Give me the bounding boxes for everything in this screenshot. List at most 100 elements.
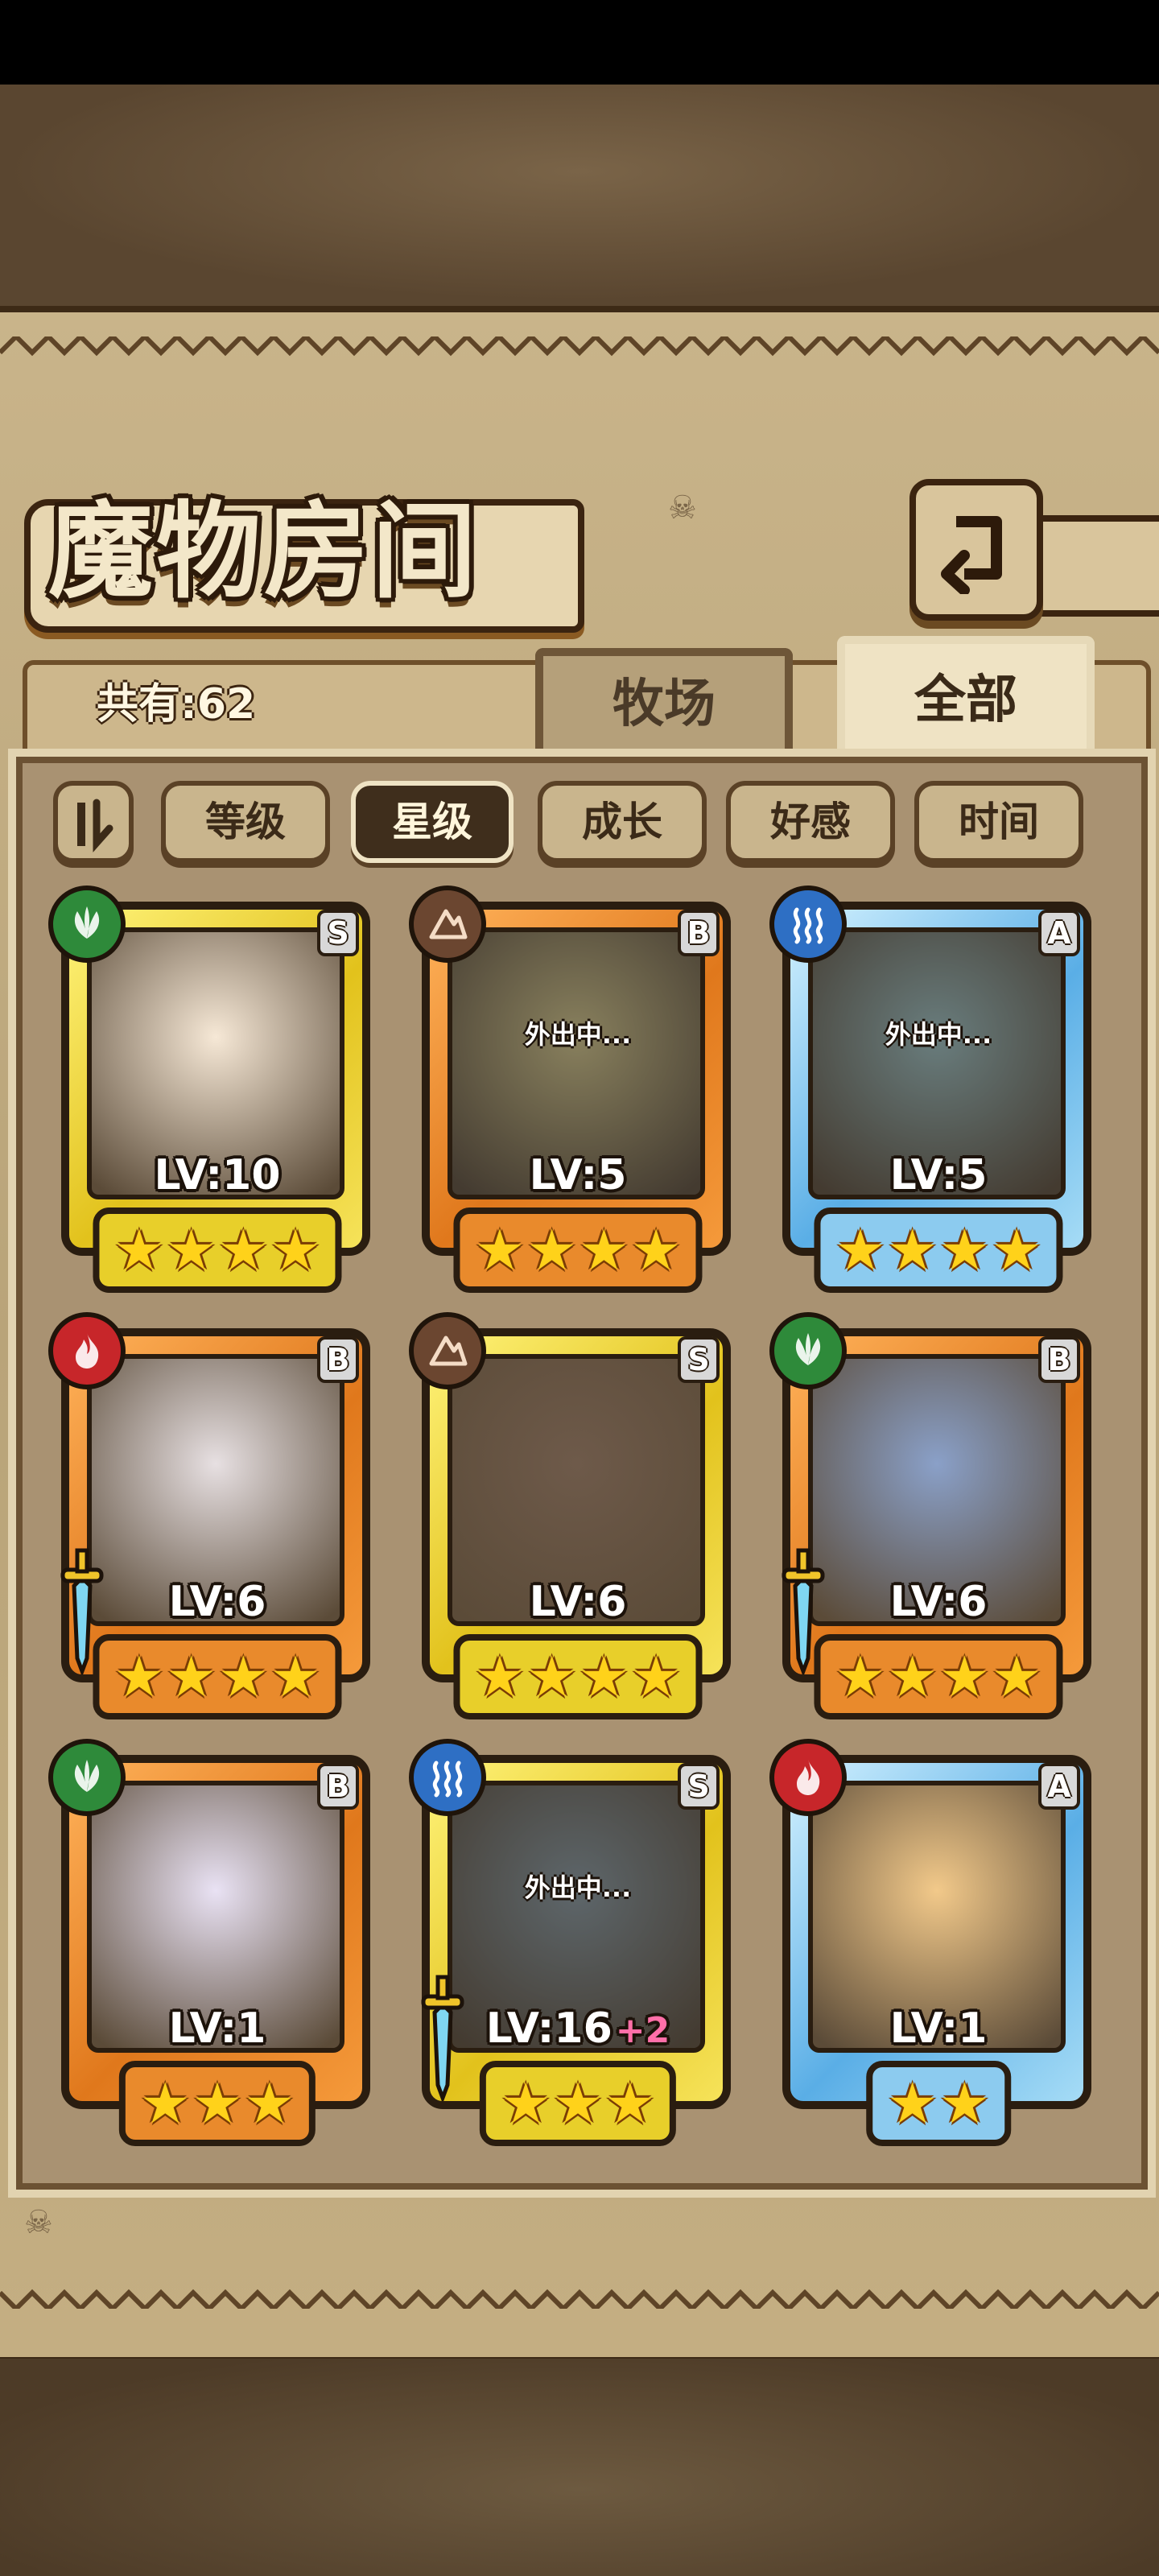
star-icon: ★	[474, 1217, 526, 1283]
star-rating: ★ ★ ★ ★	[814, 1208, 1063, 1293]
monster-card[interactable]: B LV:1 ★ ★ ★	[48, 1739, 386, 2146]
back-button-rail	[1030, 515, 1159, 617]
away-status: 外出中...	[524, 1019, 632, 1050]
star-icon: ★	[166, 1644, 217, 1710]
sort-order-icon	[77, 799, 113, 853]
star-icon: ★	[887, 1644, 938, 1710]
earth-element-icon	[409, 1312, 486, 1389]
star-icon: ★	[630, 1644, 682, 1710]
leaf-element-icon	[48, 1739, 126, 1816]
zigzag-border-bottom	[0, 2289, 1159, 2309]
fire-element-icon	[48, 1312, 126, 1389]
sort-growth-button[interactable]: 成长	[538, 781, 707, 863]
star-rating: ★ ★ ★ ★	[453, 1634, 703, 1719]
status-bar	[0, 0, 1159, 85]
monster-level: LV:5	[889, 1151, 988, 1199]
monster-card[interactable]: A LV:1 ★ ★	[769, 1739, 1107, 2146]
star-rating: ★ ★ ★	[479, 2061, 677, 2146]
star-icon: ★	[604, 2070, 656, 2136]
star-icon: ★	[270, 1644, 321, 1710]
star-icon: ★	[218, 1644, 269, 1710]
star-icon: ★	[939, 2070, 990, 2136]
leaf-element-icon	[48, 886, 126, 963]
rank-badge: A	[1038, 910, 1080, 956]
monster-card[interactable]: S 外出中... LV:16+2 ★ ★ ★	[409, 1739, 747, 2146]
star-rating: ★ ★ ★	[118, 2061, 316, 2146]
total-count: 共有:62	[97, 680, 256, 729]
star-icon: ★	[939, 1217, 990, 1283]
zigzag-border-top	[0, 336, 1159, 357]
fire-element-icon	[769, 1739, 847, 1816]
star-icon: ★	[113, 1217, 165, 1283]
star-icon: ★	[526, 1217, 577, 1283]
back-button[interactable]	[909, 479, 1043, 621]
star-rating: ★ ★ ★ ★	[814, 1634, 1063, 1719]
monster-card[interactable]: A 外出中... LV:5 ★ ★ ★ ★	[769, 886, 1107, 1293]
skull-icon: ☠	[668, 489, 697, 526]
star-icon: ★	[500, 2070, 551, 2136]
monster-card[interactable]: S LV:6 ★ ★ ★ ★	[409, 1312, 747, 1719]
map-background-top	[0, 85, 1159, 302]
rank-badge: S	[317, 910, 359, 956]
return-arrow-icon	[941, 516, 1002, 594]
star-rating: ★ ★	[866, 2061, 1011, 2146]
monster-level: LV:10	[154, 1151, 281, 1199]
away-status: 外出中...	[885, 1019, 992, 1050]
sort-time-button[interactable]: 时间	[914, 781, 1083, 863]
star-icon: ★	[552, 2070, 604, 2136]
rank-badge: S	[678, 1763, 720, 1810]
star-icon: ★	[991, 1644, 1042, 1710]
tab-all[interactable]: 全部	[837, 636, 1095, 757]
rank-badge: B	[678, 910, 720, 956]
water-element-icon	[409, 1739, 486, 1816]
star-icon: ★	[630, 1217, 682, 1283]
star-icon: ★	[270, 1217, 321, 1283]
sort-level-button[interactable]: 等级	[161, 781, 330, 863]
sort-affection-button[interactable]: 好感	[726, 781, 895, 863]
rank-badge: B	[317, 1763, 359, 1810]
star-icon: ★	[166, 1217, 217, 1283]
star-icon: ★	[887, 1217, 938, 1283]
star-icon: ★	[835, 1217, 886, 1283]
star-icon: ★	[244, 2070, 295, 2136]
map-background-bottom	[0, 2359, 1159, 2576]
monster-card[interactable]: B LV:6 ★ ★ ★ ★	[48, 1312, 386, 1719]
star-rating: ★ ★ ★ ★	[453, 1208, 703, 1293]
page-title: 魔物房间	[48, 489, 481, 613]
away-status: 外出中...	[524, 1872, 632, 1903]
sort-star-button[interactable]: 星级	[351, 781, 514, 863]
monster-level: LV:5	[529, 1151, 627, 1199]
star-rating: ★ ★ ★ ★	[93, 1634, 342, 1719]
monster-level: LV:1	[889, 2004, 988, 2053]
star-icon: ★	[887, 2070, 938, 2136]
monster-card[interactable]: B 外出中... LV:5 ★ ★ ★ ★	[409, 886, 747, 1293]
sword-icon	[421, 1975, 464, 2101]
rank-badge: B	[1038, 1336, 1080, 1383]
star-icon: ★	[939, 1644, 990, 1710]
star-rating: ★ ★ ★ ★	[93, 1208, 342, 1293]
monster-card[interactable]: S LV:10 ★ ★ ★ ★	[48, 886, 386, 1293]
skull-icon: ☠	[24, 2204, 53, 2241]
leaf-element-icon	[769, 1312, 847, 1389]
water-element-icon	[769, 886, 847, 963]
monster-level: LV:6	[529, 1578, 627, 1626]
star-icon: ★	[579, 1644, 629, 1710]
tab-ranch[interactable]: 牧场	[535, 648, 793, 753]
sort-order-toggle[interactable]	[53, 781, 134, 863]
star-icon: ★	[218, 1217, 269, 1283]
rank-badge: S	[678, 1336, 720, 1383]
rank-badge: B	[317, 1336, 359, 1383]
earth-element-icon	[409, 886, 486, 963]
star-icon: ★	[113, 1644, 165, 1710]
star-icon: ★	[139, 2070, 191, 2136]
level-bonus: +2	[615, 2010, 670, 2051]
monster-level: LV:1	[168, 2004, 266, 2053]
star-icon: ★	[526, 1644, 577, 1710]
rank-badge: A	[1038, 1763, 1080, 1810]
star-icon: ★	[835, 1644, 886, 1710]
monster-card[interactable]: B LV:6 ★ ★ ★ ★	[769, 1312, 1107, 1719]
star-icon: ★	[474, 1644, 526, 1710]
star-icon: ★	[192, 2070, 243, 2136]
star-icon: ★	[991, 1217, 1042, 1283]
star-icon: ★	[579, 1217, 629, 1283]
